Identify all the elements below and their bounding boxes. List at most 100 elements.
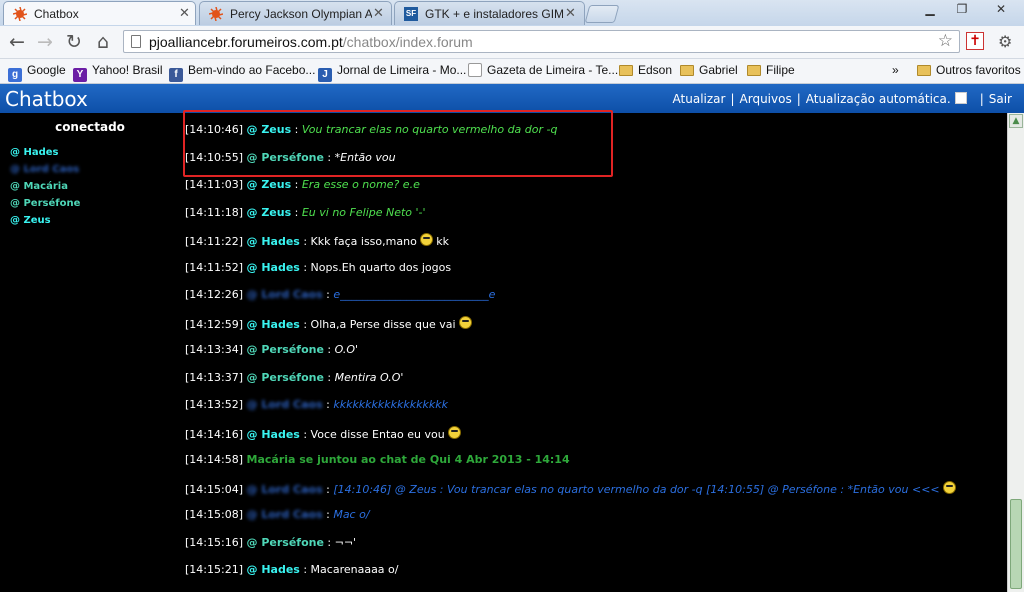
message-colon: :	[322, 398, 334, 411]
bookmarks-bar: g Google Y Yahoo! Brasil f Bem-vindo ao Fac…	[0, 59, 1024, 84]
restore-icon[interactable]: ❐	[946, 0, 978, 18]
bookmark-folder-other[interactable]: Outros favoritos	[917, 63, 1021, 79]
bookmark-folder-edson[interactable]: Edson	[619, 63, 672, 79]
tab-gtk-gimp[interactable]: SF GTK + e instaladores GIMP p ✕	[394, 1, 585, 25]
close-tab-icon[interactable]: ✕	[179, 5, 190, 21]
message-text: Era esse o nome? e.e	[301, 178, 420, 191]
bookmark-label: Jornal de Limeira - Mo...	[337, 63, 467, 77]
message-text: Mac o/	[333, 508, 370, 521]
bookmark-label: Gazeta de Limeira - Te...	[487, 63, 619, 77]
chat-message: [14:15:08] @ Lord Caos : Mac o/	[185, 508, 1005, 536]
bookmark-gazeta-limeira[interactable]: Gazeta de Limeira - Te...	[468, 63, 618, 79]
bookmark-facebook[interactable]: f Bem-vindo ao Facebo...	[169, 63, 315, 82]
online-user[interactable]: @ Perséfone	[10, 195, 80, 212]
message-colon: :	[291, 205, 302, 219]
scrollbar-thumb[interactable]	[1010, 499, 1022, 589]
chatbox-title: Chatbox	[5, 87, 88, 111]
forum-favicon-icon	[208, 6, 224, 22]
window-close-icon[interactable]: ✕	[978, 0, 1024, 18]
online-user[interactable]: @ Zeus	[10, 212, 80, 229]
message-text: kkkkkkkkkkkkkkkkkk	[333, 398, 448, 411]
message-text: Macarenaaaa o/	[310, 563, 399, 576]
auto-refresh-checkbox[interactable]	[954, 92, 967, 104]
highlight-box	[183, 110, 613, 177]
system-message: [14:14:58] Macária se juntou ao chat de …	[185, 453, 1005, 481]
logout-link[interactable]: Sair	[989, 92, 1012, 106]
forum-favicon-icon	[12, 6, 28, 22]
chat-message: [14:12:26] @ Lord Caos : e______________…	[185, 288, 1005, 316]
bookmark-google[interactable]: g Google	[8, 63, 66, 82]
online-user[interactable]: @ Hades	[10, 144, 80, 161]
page-icon	[131, 35, 141, 48]
online-user[interactable]: @ Lord Caos	[10, 161, 80, 178]
chat-message: [14:15:04] @ Lord Caos : [14:10:46] @ Ze…	[185, 480, 1005, 509]
url-host: pjoalliancebr.forumeiros.com.pt	[149, 34, 343, 50]
message-username[interactable]: @ Hades	[247, 428, 300, 441]
message-colon: :	[291, 178, 302, 191]
back-icon[interactable]: ←	[6, 31, 28, 53]
chatbox-links: Atualizar | Arquivos | Atualização automátic…	[673, 92, 1012, 106]
message-colon: :	[299, 563, 311, 576]
chat-scrollbar[interactable]: ▲	[1007, 113, 1024, 592]
chat-message: [14:11:52] @ Hades : Nops.Eh quarto dos …	[185, 261, 1005, 289]
message-text: Voce disse Entao eu vou	[310, 427, 445, 441]
bookmark-star-icon[interactable]: ☆	[938, 31, 953, 51]
message-username[interactable]: @ Lord Caos	[247, 288, 323, 301]
message-username[interactable]: @ Lord Caos	[247, 398, 323, 411]
extension-cross-icon[interactable]: ✝	[966, 32, 984, 50]
message-time: [14:15:16]	[185, 535, 243, 549]
bookmark-folder-filipe[interactable]: Filipe	[747, 63, 795, 79]
close-tab-icon[interactable]: ✕	[373, 5, 384, 21]
url-text: pjoalliancebr.forumeiros.com.pt/chatbox/…	[149, 34, 473, 50]
message-username[interactable]: @ Hades	[247, 563, 300, 576]
bookmark-label: Google	[27, 63, 66, 77]
tab-chatbox[interactable]: Chatbox ✕	[3, 1, 196, 25]
bookmark-yahoo[interactable]: Y Yahoo! Brasil	[73, 63, 162, 82]
message-username[interactable]: @ Lord Caos	[247, 483, 323, 496]
new-tab-button[interactable]	[584, 5, 620, 23]
message-text-after: kk	[432, 235, 450, 248]
facebook-icon: f	[169, 68, 183, 82]
message-time: [14:15:21]	[185, 563, 243, 576]
chat-message: [14:11:03] @ Zeus : Era esse o nome? e.e	[185, 178, 1005, 206]
message-colon: :	[299, 427, 311, 441]
minimize-icon[interactable]: ▁	[914, 0, 946, 18]
message-username[interactable]: @ Lord Caos	[247, 508, 323, 521]
forward-icon[interactable]: →	[34, 31, 56, 53]
online-user[interactable]: @ Macária	[10, 178, 80, 195]
archives-link[interactable]: Arquivos	[740, 92, 792, 106]
message-username[interactable]: @ Zeus	[247, 178, 292, 191]
close-tab-icon[interactable]: ✕	[565, 5, 576, 21]
address-bar[interactable]: pjoalliancebr.forumeiros.com.pt/chatbox/…	[123, 30, 960, 53]
bookmark-jornal-limeira[interactable]: J Jornal de Limeira - Mo...	[318, 63, 467, 82]
message-colon: :	[323, 343, 335, 356]
bookmark-folder-gabriel[interactable]: Gabriel	[680, 63, 738, 79]
message-username[interactable]: @ Hades	[247, 261, 300, 274]
chat-message: [14:11:18] @ Zeus : Eu vi no Felipe Neto…	[185, 206, 1005, 234]
tab-label: Chatbox	[34, 7, 79, 21]
auto-refresh-link[interactable]: Atualização automática.	[806, 92, 951, 106]
message-time: [14:11:18]	[185, 205, 243, 219]
message-username[interactable]: @ Perséfone	[247, 371, 324, 384]
wrench-menu-icon[interactable]: ⚙	[998, 32, 1012, 51]
message-username[interactable]: @ Perséfone	[247, 343, 324, 356]
reload-icon[interactable]: ↻	[63, 31, 85, 53]
refresh-link[interactable]: Atualizar	[673, 92, 726, 106]
message-username[interactable]: @ Perséfone	[247, 536, 324, 549]
message-text: [14:10:46] @ Zeus : Vou trancar elas no …	[333, 482, 940, 496]
more-bookmarks-button[interactable]: »	[892, 63, 899, 79]
tab-label: GTK + e instaladores GIMP p	[425, 7, 565, 21]
message-text: O.O'	[334, 343, 359, 356]
message-text: Nops.Eh quarto dos jogos	[310, 260, 452, 274]
message-text: Kkk faça isso,mano	[310, 235, 417, 248]
message-username[interactable]: @ Hades	[247, 235, 300, 248]
tab-percy-jackson[interactable]: Percy Jackson Olympian Allia ✕	[199, 1, 392, 25]
message-time: [14:11:52]	[185, 260, 243, 274]
message-text: Eu vi no Felipe Neto '-'	[301, 205, 426, 219]
home-icon[interactable]: ⌂	[92, 31, 114, 53]
sourceforge-icon: SF	[404, 7, 418, 21]
scroll-up-icon[interactable]: ▲	[1009, 114, 1023, 128]
message-username[interactable]: @ Hades	[247, 318, 300, 331]
message-username[interactable]: @ Zeus	[247, 206, 292, 219]
message-time: [14:13:37]	[185, 370, 243, 384]
